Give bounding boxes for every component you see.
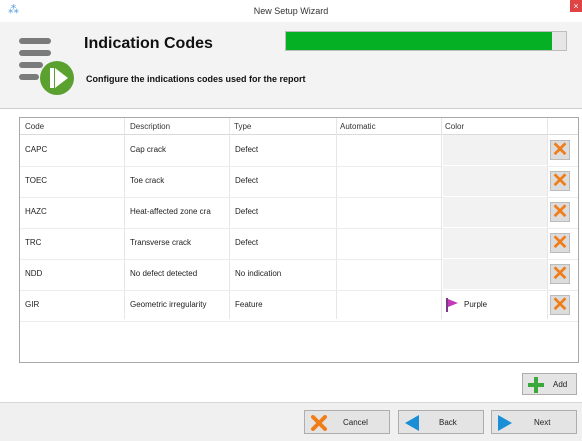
code-cell: GIR [25,300,40,309]
progress-fill [286,32,552,50]
delete-button[interactable]: ✕ [550,264,570,284]
code-cell: TOEC [25,176,48,185]
color-cell[interactable] [443,135,547,165]
color-cell[interactable]: Purple [464,300,487,309]
column-header-automatic[interactable]: Automatic [340,122,376,131]
type-cell: Defect [235,207,259,216]
back-label: Back [439,417,457,427]
table-header: Code Description Type Automatic Color [20,118,578,135]
table-row[interactable]: TOEC Toe crack Defect ✕ [20,166,578,198]
purple-flag-icon [446,298,458,312]
table-row[interactable]: TRC Transverse crack Defect ✕ [20,228,578,260]
color-cell[interactable] [443,228,547,258]
color-cell[interactable] [443,166,547,196]
delete-button[interactable]: ✕ [550,233,570,253]
add-label: Add [553,379,568,389]
description-cell: Cap crack [130,145,167,154]
color-cell[interactable] [443,197,547,227]
page-title: Indication Codes [84,35,213,52]
page-subtitle: Configure the indications codes used for… [86,74,306,84]
progress-bar [285,31,567,51]
delete-button[interactable]: ✕ [550,295,570,315]
cancel-label: Cancel [343,417,368,427]
code-cell: CAPC [25,145,48,154]
delete-button[interactable]: ✕ [550,171,570,191]
code-cell: HAZC [25,207,47,216]
plus-icon [528,377,544,393]
wizard-header: Indication Codes Configure the indicatio… [0,22,582,109]
table-row[interactable]: GIR Geometric irregularity Feature Purpl… [20,290,578,322]
close-button[interactable]: × [570,0,582,12]
indication-codes-icon [19,38,74,95]
next-arrow-icon [498,415,512,431]
type-cell: Feature [235,300,263,309]
cancel-button[interactable]: Cancel [304,410,390,434]
type-cell: Defect [235,145,259,154]
code-cell: TRC [25,238,42,247]
type-cell: Defect [235,176,259,185]
description-cell: Heat-affected zone cra [130,207,211,216]
table-row[interactable]: CAPC Cap crack Defect ✕ [20,135,578,167]
type-cell: Defect [235,238,259,247]
back-arrow-icon [405,415,419,431]
add-button[interactable]: Add [522,373,577,395]
type-cell: No indication [235,269,282,278]
delete-button[interactable]: ✕ [550,140,570,160]
column-header-code[interactable]: Code [25,122,44,131]
back-button[interactable]: Back [398,410,484,434]
column-header-color[interactable]: Color [445,122,464,131]
description-cell: No defect detected [130,269,198,278]
description-cell: Transverse crack [130,238,192,247]
color-cell[interactable] [443,259,547,289]
description-cell: Toe crack [130,176,165,185]
next-button[interactable]: Next [491,410,577,434]
table-row[interactable]: NDD No defect detected No indication ✕ [20,259,578,291]
column-header-type[interactable]: Type [234,122,251,131]
window-title: New Setup Wizard [253,6,329,16]
table-row[interactable]: HAZC Heat-affected zone cra Defect ✕ [20,197,578,229]
next-label: Next [534,417,551,427]
cancel-icon [311,415,327,431]
delete-button[interactable]: ✕ [550,202,570,222]
code-cell: NDD [25,269,43,278]
description-cell: Geometric irregularity [130,300,207,309]
title-bar: ⁂ New Setup Wizard × [0,0,582,23]
indication-codes-table: Code Description Type Automatic Color CA… [19,117,579,363]
column-header-description[interactable]: Description [130,122,170,131]
